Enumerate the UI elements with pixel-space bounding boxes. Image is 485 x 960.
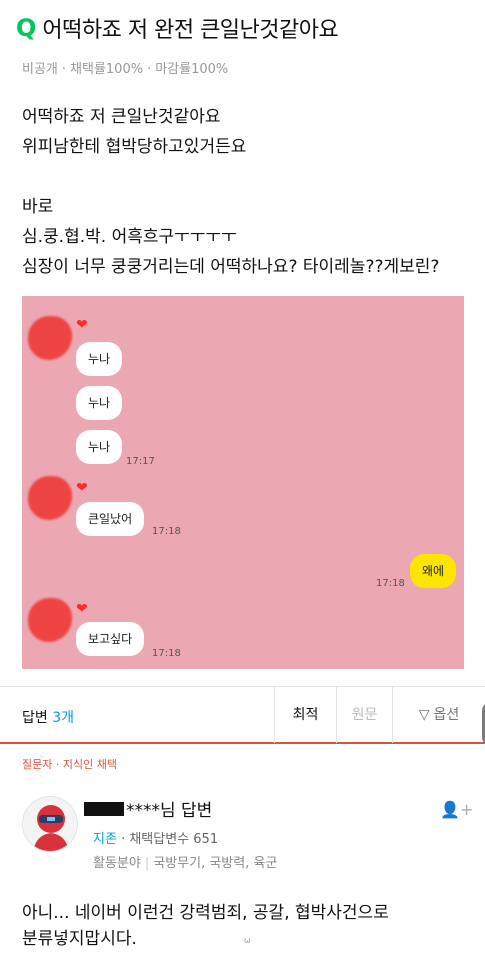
question-line: 어떡하죠 저 큰일난것같아요	[22, 107, 221, 127]
answerer-adopt-count: 채택답변수 651	[129, 832, 219, 847]
chat-screenshot[interactable]: ❤ 누나 누나 누나 17:17 ❤ 큰일났어 17:18 17:18 왜에 ❤…	[22, 296, 464, 669]
chat-time: 17:18	[152, 648, 181, 659]
answerer-avatar[interactable]	[22, 796, 78, 852]
redacted-name	[84, 801, 124, 816]
chat-bubble-other: 보고싶다	[76, 622, 145, 656]
question-title: 어떡하죠 저 완전 큰일난것같아요	[42, 18, 339, 43]
meta-separator: ·	[121, 832, 126, 847]
answerer-name-label: ****님 답변	[126, 801, 213, 821]
chat-bubble-other: 누나	[76, 386, 123, 420]
answers-label: 답변	[22, 710, 48, 726]
heart-icon: ❤	[76, 601, 88, 617]
meta-separator: ·	[147, 62, 152, 77]
answers-toolbar: 답변 3개 최적 원문 ▽ 옵션	[0, 686, 485, 744]
question-body: 어떡하죠 저 큰일난것같아요 위피남한테 협박당하고있거든요 바로 심.쿵.협.…	[22, 102, 472, 282]
answerer-grade: 지존	[93, 832, 117, 847]
robot-avatar-icon	[23, 797, 77, 851]
chat-time: 17:18	[152, 526, 181, 537]
fields-divider: |	[144, 856, 150, 871]
chat-bubble-other: 큰일났어	[76, 502, 145, 536]
fields-value: 국방무기, 국방력, 육군	[153, 856, 278, 871]
question-line: 위피남한테 협박당하고있거든요	[22, 137, 247, 157]
chat-time: 17:17	[126, 456, 155, 467]
meta-separator: ·	[61, 62, 67, 77]
question-blank-line	[22, 162, 472, 192]
sort-original-button[interactable]: 원문	[336, 687, 392, 743]
question-meta: 비공개 · 채택률100% · 마감률100%	[22, 58, 228, 77]
meta-visibility: 비공개	[22, 62, 58, 77]
answers-count-number: 3개	[52, 710, 75, 726]
question-line: 바로	[22, 197, 54, 217]
blurred-profile-avatar	[28, 316, 72, 360]
tiny-mark: ω	[244, 936, 251, 945]
meta-adopt-rate: 채택률100%	[70, 62, 144, 77]
question-q-icon: Q	[16, 14, 37, 42]
answers-count: 답변 3개	[22, 707, 74, 727]
add-follow-icon[interactable]: 👤+	[440, 800, 473, 819]
filter-icon: ▽	[418, 707, 430, 723]
heart-icon: ❤	[76, 480, 88, 496]
chat-bubble-other: 누나	[76, 430, 123, 464]
options-button[interactable]: ▽ 옵션	[392, 687, 485, 743]
question-header: Q 어떡하죠 저 완전 큰일난것같아요	[16, 12, 339, 44]
sort-best-button[interactable]: 최적	[274, 687, 336, 743]
chat-bubble-me: 왜에	[410, 554, 457, 588]
heart-icon: ❤	[76, 317, 88, 333]
question-line: 심.쿵.협.박. 어흑흐구ㅜㅜㅜㅜ	[22, 227, 237, 247]
answerer-name[interactable]: ****님 답변	[84, 796, 212, 821]
chat-bubble-other: 누나	[76, 342, 123, 376]
blurred-profile-avatar	[28, 598, 72, 642]
adopted-badge: 질문자 · 지식인 채택	[22, 758, 117, 771]
meta-close-rate: 마감률100%	[155, 62, 229, 77]
answerer-stats: 지존 · 채택답변수 651	[93, 828, 218, 847]
answerer-fields: 활동분야 | 국방무기, 국방력, 육군	[93, 852, 277, 871]
blurred-profile-avatar	[28, 476, 72, 520]
answer-line: 아니... 네이버 이런건 강력범죄, 공갈, 협박사건으로	[22, 903, 389, 923]
fields-label: 활동분야	[93, 856, 141, 871]
options-label: 옵션	[433, 707, 460, 723]
chat-time: 17:18	[376, 578, 405, 589]
question-line: 심장이 너무 쿵쿵거리는데 어떡하나요? 타이레놀??게보린?	[22, 257, 440, 277]
